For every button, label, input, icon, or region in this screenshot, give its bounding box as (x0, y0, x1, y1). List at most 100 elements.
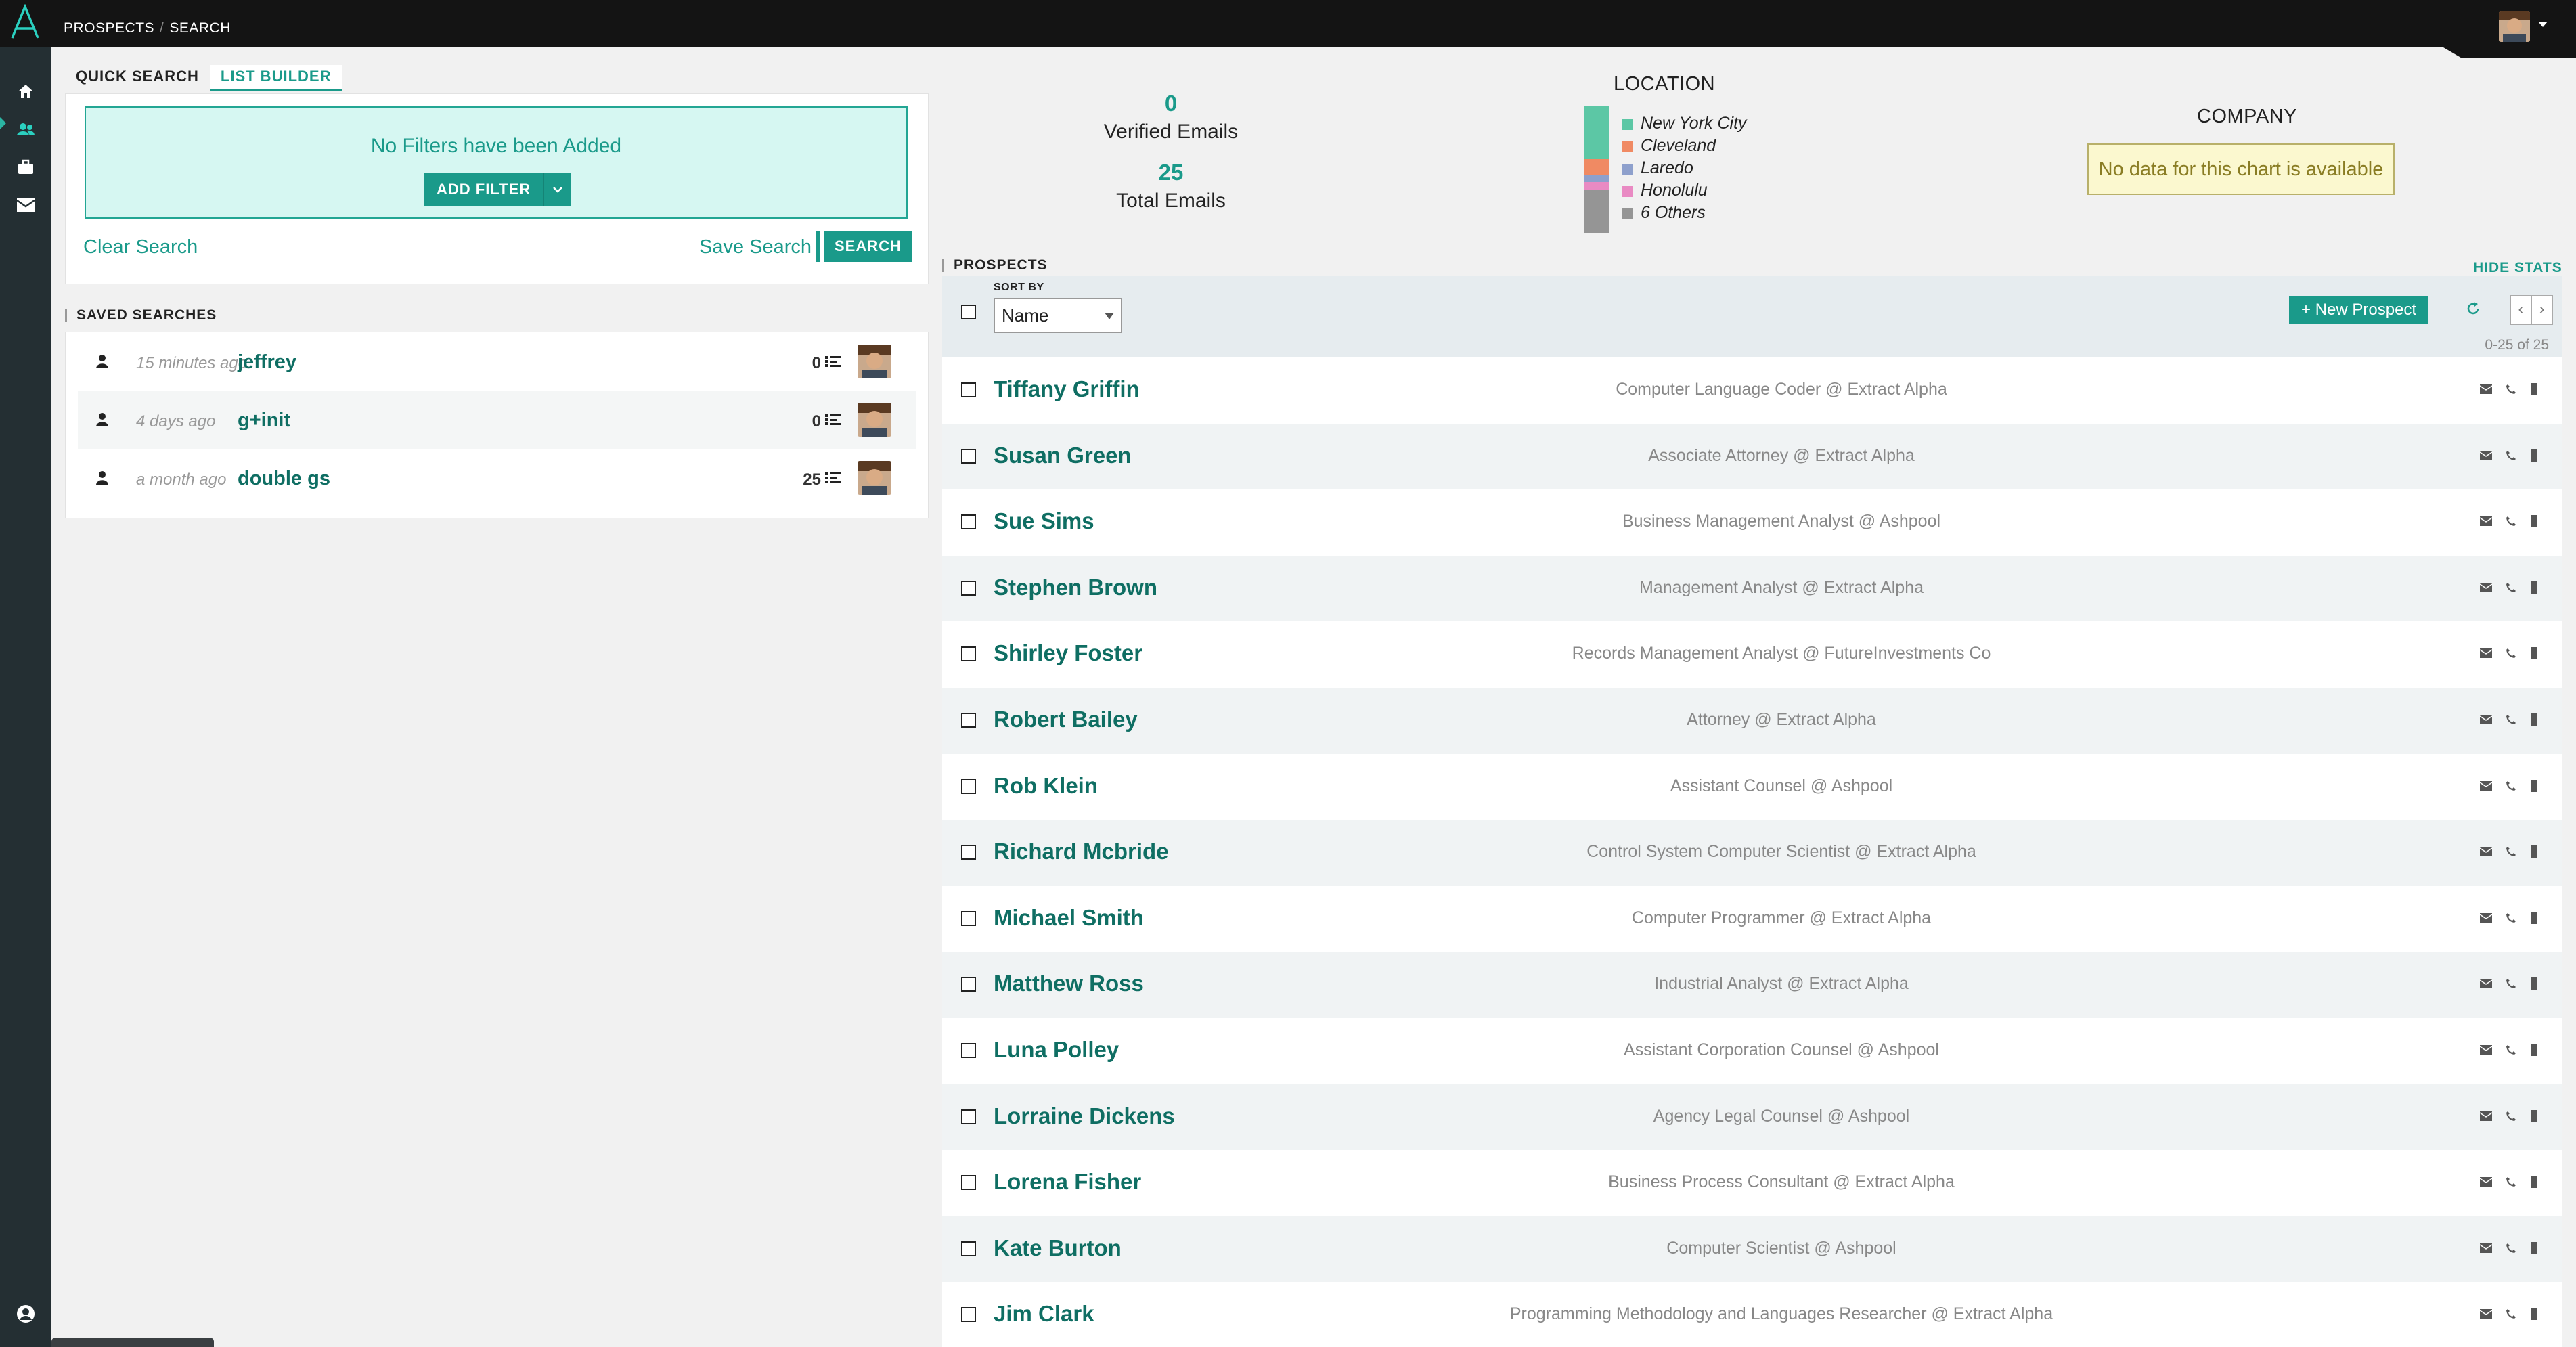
add-filter-button[interactable]: ADD FILTER (424, 173, 545, 206)
prospect-name[interactable]: Lorraine Dickens (994, 1103, 1175, 1129)
prospect-row[interactable]: Business Process Consultant @ Extract Al… (942, 1150, 2562, 1216)
prospect-row[interactable]: Control System Computer Scientist @ Extr… (942, 820, 2562, 886)
phone-icon[interactable] (2506, 714, 2516, 725)
phone-icon[interactable] (2506, 1308, 2516, 1319)
prospect-name[interactable]: Shirley Foster (994, 640, 1142, 666)
user-menu-caret-icon[interactable] (2538, 22, 2548, 27)
prospect-name[interactable]: Michael Smith (994, 905, 1144, 931)
prospect-row[interactable]: Computer Language Coder @ Extract Alpha … (942, 357, 2562, 424)
prospect-row[interactable]: Computer Programmer @ Extract Alpha Mich… (942, 885, 2562, 952)
mobile-icon[interactable] (2530, 383, 2538, 395)
saved-search-row[interactable]: a month ago double gs 25 (78, 449, 916, 507)
phone-icon[interactable] (2506, 582, 2516, 593)
saved-search-name[interactable]: jeffrey (238, 351, 296, 374)
prospect-name[interactable]: Sue Sims (994, 508, 1094, 534)
phone-icon[interactable] (2506, 384, 2516, 395)
prospect-row[interactable]: Records Management Analyst @ FutureInves… (942, 621, 2562, 688)
phone-icon[interactable] (2506, 648, 2516, 659)
email-icon[interactable] (2480, 1243, 2492, 1253)
tab-quick-search[interactable]: QUICK SEARCH (74, 65, 200, 91)
prospect-name[interactable]: Richard Mcbride (994, 839, 1169, 864)
prospect-row[interactable]: Agency Legal Counsel @ Ashpool Lorraine … (942, 1084, 2562, 1151)
prospect-name[interactable]: Lorena Fisher (994, 1169, 1141, 1195)
mobile-icon[interactable] (2530, 1241, 2538, 1254)
mobile-icon[interactable] (2530, 713, 2538, 726)
prospect-name[interactable]: Kate Burton (994, 1235, 1122, 1261)
saved-search-name[interactable]: double gs (238, 468, 330, 490)
mobile-icon[interactable] (2530, 1043, 2538, 1056)
phone-icon[interactable] (2506, 780, 2516, 791)
email-icon[interactable] (2480, 847, 2492, 857)
email-icon[interactable] (2480, 1177, 2492, 1187)
account-icon[interactable] (14, 1302, 37, 1325)
email-icon[interactable] (2480, 912, 2492, 923)
saved-search-row[interactable]: 15 minutes ago jeffrey 0 (78, 332, 916, 391)
prospect-name[interactable]: Jim Clark (994, 1301, 1094, 1327)
email-icon[interactable] (2480, 714, 2492, 724)
user-avatar[interactable] (2499, 11, 2530, 42)
mail-icon[interactable] (14, 194, 37, 217)
prospect-row[interactable]: Computer Scientist @ Ashpool Kate Burton (942, 1216, 2562, 1283)
prospect-name[interactable]: Rob Klein (994, 773, 1098, 799)
phone-icon[interactable] (2506, 912, 2516, 923)
prospect-row[interactable]: Associate Attorney @ Extract Alpha Susan… (942, 423, 2562, 490)
next-page-button[interactable]: › (2532, 295, 2553, 325)
phone-icon[interactable] (2506, 1111, 2516, 1122)
mobile-icon[interactable] (2530, 515, 2538, 528)
search-button[interactable]: SEARCH (820, 231, 912, 262)
prospect-row[interactable]: Assistant Corporation Counsel @ Ashpool … (942, 1017, 2562, 1084)
email-icon[interactable] (2480, 1111, 2492, 1121)
prospect-name[interactable]: Tiffany Griffin (994, 376, 1140, 402)
sort-by-select[interactable]: Name (994, 298, 1122, 333)
email-icon[interactable] (2480, 384, 2492, 394)
email-icon[interactable] (2480, 582, 2492, 592)
email-icon[interactable] (2480, 780, 2492, 791)
phone-icon[interactable] (2506, 978, 2516, 989)
tab-list-builder[interactable]: LIST BUILDER (209, 65, 342, 91)
email-icon[interactable] (2480, 1309, 2492, 1319)
phone-icon[interactable] (2506, 846, 2516, 857)
mobile-icon[interactable] (2530, 581, 2538, 594)
email-icon[interactable] (2480, 648, 2492, 659)
mobile-icon[interactable] (2530, 449, 2538, 462)
prospect-row[interactable]: Industrial Analyst @ Extract Alpha Matth… (942, 952, 2562, 1018)
prospect-row[interactable]: Management Analyst @ Extract Alpha Steph… (942, 555, 2562, 622)
mobile-icon[interactable] (2530, 1176, 2538, 1189)
prospect-name[interactable]: Stephen Brown (994, 575, 1157, 600)
phone-icon[interactable] (2506, 516, 2516, 527)
email-icon[interactable] (2480, 516, 2492, 527)
phone-icon[interactable] (2506, 1176, 2516, 1187)
breadcrumb-prospects[interactable]: PROSPECTS (64, 20, 154, 36)
phone-icon[interactable] (2506, 1243, 2516, 1254)
phone-icon[interactable] (2506, 1044, 2516, 1055)
email-icon[interactable] (2480, 979, 2492, 989)
prospect-name[interactable]: Luna Polley (994, 1037, 1119, 1063)
email-icon[interactable] (2480, 1044, 2492, 1055)
people-icon[interactable] (14, 118, 37, 141)
prev-page-button[interactable]: ‹ (2510, 295, 2532, 325)
prospect-row[interactable]: Assistant Counsel @ Ashpool Rob Klein (942, 753, 2562, 820)
mobile-icon[interactable] (2530, 977, 2538, 990)
mobile-icon[interactable] (2530, 911, 2538, 924)
briefcase-icon[interactable] (14, 156, 37, 179)
prospect-row[interactable]: Business Management Analyst @ Ashpool Su… (942, 489, 2562, 556)
mobile-icon[interactable] (2530, 779, 2538, 792)
prospect-row[interactable]: Attorney @ Extract Alpha Robert Bailey (942, 687, 2562, 754)
save-search-link[interactable]: Save Search (699, 236, 812, 259)
app-logo[interactable] (9, 4, 41, 39)
mobile-icon[interactable] (2530, 1109, 2538, 1122)
new-prospect-button[interactable]: + New Prospect (2289, 296, 2429, 324)
refresh-icon[interactable] (2465, 301, 2481, 317)
prospect-name[interactable]: Robert Bailey (994, 707, 1138, 732)
clear-search-link[interactable]: Clear Search (83, 236, 198, 259)
mobile-icon[interactable] (2530, 647, 2538, 660)
mobile-icon[interactable] (2530, 845, 2538, 858)
add-filter-dropdown[interactable] (544, 173, 572, 206)
prospect-name[interactable]: Susan Green (994, 443, 1132, 468)
hide-stats-button[interactable]: HIDE STATS (2473, 260, 2562, 276)
home-icon[interactable] (14, 80, 37, 103)
saved-search-name[interactable]: g+init (238, 410, 290, 432)
select-all-checkbox[interactable] (961, 305, 976, 319)
phone-icon[interactable] (2506, 450, 2516, 461)
prospect-row[interactable]: Programming Methodology and Languages Re… (942, 1282, 2562, 1347)
